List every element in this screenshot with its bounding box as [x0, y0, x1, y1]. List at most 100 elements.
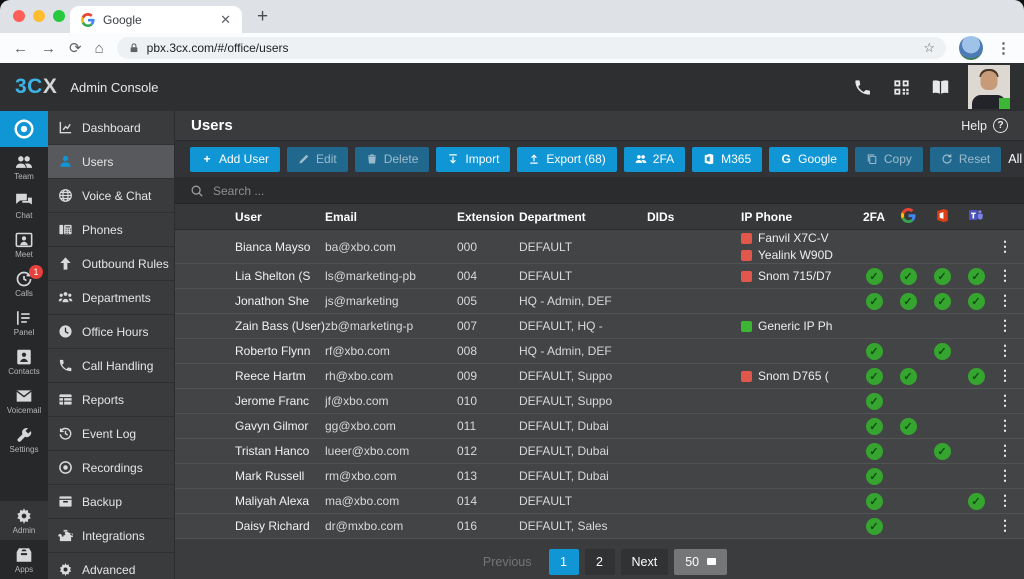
page-size-dropdown[interactable]: 50	[674, 549, 727, 575]
rail-item-panel[interactable]: Panel	[0, 303, 48, 342]
row-menu-icon[interactable]: ⋮	[993, 395, 1018, 407]
rail-item-meet[interactable]: Meet	[0, 225, 48, 264]
user-avatar[interactable]	[968, 65, 1010, 109]
table-row[interactable]: Maliyah Alexama@xbo.com014DEFAULT✓✓⋮	[175, 489, 1024, 514]
browser-tab[interactable]: Google ✕	[70, 6, 242, 33]
sidebar-item-dashboard[interactable]: Dashboard	[48, 111, 174, 145]
table-row[interactable]: Jerome Francjf@xbo.com010DEFAULT, Suppo✓…	[175, 389, 1024, 414]
rail-item-calls[interactable]: 1Calls	[0, 264, 48, 303]
phone-model: Snom 715/D7	[758, 269, 831, 283]
edit-button[interactable]: Edit	[287, 147, 348, 172]
rail-item-home[interactable]	[0, 111, 48, 147]
user-department: DEFAULT	[519, 494, 647, 508]
table-row[interactable]: Lia Shelton (Sls@marketing-pb004DEFAULTS…	[175, 264, 1024, 289]
row-menu-icon[interactable]: ⋮	[993, 241, 1018, 253]
browser-toolbar: ← → ⟳ ⌂ pbx.3cx.com/#/office/users ☆ ⋮	[0, 33, 1024, 63]
delete-button[interactable]: Delete	[355, 147, 430, 172]
import-button[interactable]: Import	[436, 147, 510, 172]
table-row[interactable]: Reece Hartmrh@xbo.com009DEFAULT, SuppoSn…	[175, 364, 1024, 389]
row-menu-icon[interactable]: ⋮	[993, 470, 1018, 482]
row-menu-icon[interactable]: ⋮	[993, 320, 1018, 332]
book-icon[interactable]	[931, 78, 950, 97]
sidebar-item-label: Phones	[82, 223, 123, 237]
export-icon	[528, 153, 540, 165]
copy-button[interactable]: Copy	[855, 147, 923, 172]
table-row[interactable]: Gavyn Gilmorgg@xbo.com011DEFAULT, Dubai✓…	[175, 414, 1024, 439]
page-1-button[interactable]: 1	[549, 549, 579, 575]
qr-code-icon[interactable]	[892, 78, 911, 97]
sidebar-item-backup[interactable]: Backup	[48, 485, 174, 519]
sidebar-item-users[interactable]: Users	[48, 145, 174, 179]
browser-profile-avatar[interactable]	[959, 36, 983, 60]
row-menu-icon[interactable]: ⋮	[993, 495, 1018, 507]
row-menu-icon[interactable]: ⋮	[993, 520, 1018, 532]
rail-item-contacts[interactable]: Contacts	[0, 342, 48, 381]
sidebar-item-phones[interactable]: Phones	[48, 213, 174, 247]
sidebar-item-label: Integrations	[82, 529, 145, 543]
sidebar-item-voice-chat[interactable]: Voice & Chat	[48, 179, 174, 213]
search-input[interactable]	[213, 184, 1009, 198]
table-row[interactable]: Zain Bass (User)zb@marketing-p007DEFAULT…	[175, 314, 1024, 339]
page-2-button[interactable]: 2	[585, 549, 615, 575]
rail-item-team[interactable]: Team	[0, 147, 48, 186]
next-page-button[interactable]: Next	[621, 549, 669, 575]
sidebar-item-label: Voice & Chat	[82, 189, 151, 203]
enabled-check-icon: ✓	[866, 268, 883, 285]
row-menu-icon[interactable]: ⋮	[993, 445, 1018, 457]
row-menu-icon[interactable]: ⋮	[993, 370, 1018, 382]
enabled-check-icon: ✓	[866, 468, 883, 485]
bookmark-star-icon[interactable]: ☆	[923, 40, 935, 56]
sidebar-item-recordings[interactable]: Recordings	[48, 451, 174, 485]
rail-item-voicemail[interactable]: Voicemail	[0, 381, 48, 420]
user-extension: 012	[457, 444, 519, 458]
browser-menu-icon[interactable]: ⋮	[996, 41, 1011, 56]
row-menu-icon[interactable]: ⋮	[993, 295, 1018, 307]
table-row[interactable]: Mark Russellrm@xbo.com013DEFAULT, Dubai✓…	[175, 464, 1024, 489]
reset-button[interactable]: Reset	[930, 147, 1001, 172]
rail-item-chat[interactable]: Chat	[0, 186, 48, 225]
phone-status-square	[741, 321, 752, 332]
sidebar-item-integrations[interactable]: Integrations	[48, 519, 174, 553]
m365-button[interactable]: M365	[692, 147, 762, 172]
close-window-button[interactable]	[13, 10, 25, 22]
export-68-button[interactable]: Export (68)	[517, 147, 616, 172]
rail-item-apps[interactable]: Apps	[0, 540, 48, 579]
column-header-user: User	[235, 210, 325, 224]
table-row[interactable]: Roberto Flynnrf@xbo.com008HQ - Admin, DE…	[175, 339, 1024, 364]
table-row[interactable]: Daisy Richarddr@mxbo.com016DEFAULT, Sale…	[175, 514, 1024, 539]
minimize-window-button[interactable]	[33, 10, 45, 22]
reload-icon[interactable]: ⟳	[69, 41, 82, 56]
calls-badge: 1	[29, 265, 43, 279]
sidebar-item-reports[interactable]: Reports	[48, 383, 174, 417]
sidebar-item-call-handling[interactable]: Call Handling	[48, 349, 174, 383]
table-row[interactable]: Tristan Hancolueer@xbo.com012DEFAULT, Du…	[175, 439, 1024, 464]
previous-page-button[interactable]: Previous	[472, 549, 543, 575]
back-icon[interactable]: ←	[13, 41, 28, 56]
forward-icon[interactable]: →	[41, 41, 56, 56]
help-button[interactable]: Help ?	[961, 118, 1008, 133]
google-button[interactable]: GGoogle	[769, 147, 848, 172]
filter-dropdown[interactable]: All▼	[1008, 152, 1024, 166]
table-row[interactable]: Jonathon Shejs@marketing005HQ - Admin, D…	[175, 289, 1024, 314]
home-icon[interactable]: ⌂	[95, 41, 104, 56]
row-menu-icon[interactable]: ⋮	[993, 345, 1018, 357]
sidebar-item-outbound-rules[interactable]: Outbound Rules	[48, 247, 174, 281]
add-user-button[interactable]: +Add User	[190, 147, 280, 172]
sidebar-item-event-log[interactable]: Event Log	[48, 417, 174, 451]
phone-handset-icon[interactable]	[853, 78, 872, 97]
row-menu-icon[interactable]: ⋮	[993, 420, 1018, 432]
maximize-window-button[interactable]	[53, 10, 65, 22]
table-row[interactable]: Bianca Maysoba@xbo.com000DEFAULTFanvil X…	[175, 230, 1024, 264]
tab-close-icon[interactable]: ✕	[220, 12, 231, 28]
2fa-button[interactable]: 2FA	[624, 147, 685, 172]
address-bar[interactable]: pbx.3cx.com/#/office/users ☆	[117, 37, 946, 59]
rail-item-admin[interactable]: Admin	[0, 501, 48, 540]
rail-spacer	[0, 459, 48, 501]
sidebar-item-departments[interactable]: Departments	[48, 281, 174, 315]
user-email: ma@xbo.com	[325, 494, 457, 508]
rail-item-settings[interactable]: Settings	[0, 420, 48, 459]
row-menu-icon[interactable]: ⋮	[993, 270, 1018, 282]
sidebar-item-office-hours[interactable]: Office Hours	[48, 315, 174, 349]
sidebar-item-advanced[interactable]: Advanced	[48, 553, 174, 579]
new-tab-button[interactable]: +	[257, 6, 268, 28]
